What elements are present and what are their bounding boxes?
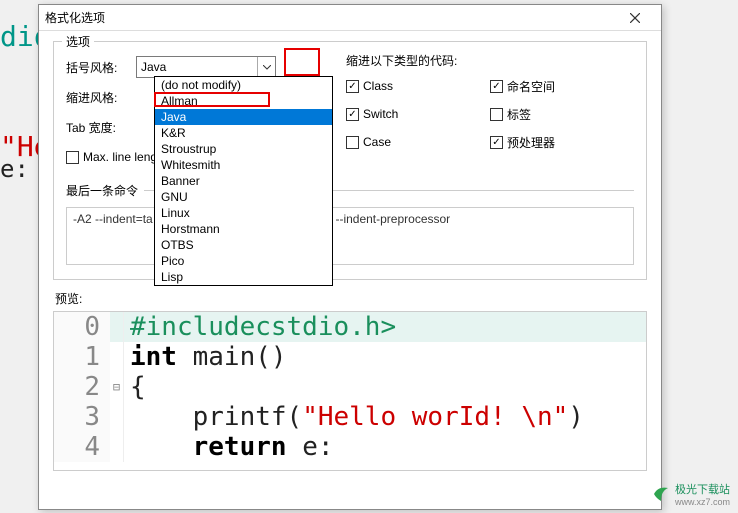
format-options-dialog: 格式化选项 选项 括号风格: Java	[38, 4, 662, 510]
dropdown-item[interactable]: Allman	[155, 93, 332, 109]
dropdown-item[interactable]: OTBS	[155, 237, 332, 253]
brace-style-dropdown[interactable]: (do not modify)AllmanJavaK&RStroustrupWh…	[154, 76, 333, 286]
brace-style-combo[interactable]: Java	[136, 56, 276, 78]
preproc-checkbox[interactable]	[490, 136, 503, 149]
chevron-down-icon[interactable]	[257, 57, 275, 77]
titlebar: 格式化选项	[39, 5, 661, 31]
dropdown-item[interactable]: Java	[155, 109, 332, 125]
dropdown-item[interactable]: Lisp	[155, 269, 332, 285]
watermark: 极光下载站 www.xz7.com	[651, 481, 730, 507]
indent-style-label: 缩进风格:	[66, 89, 136, 106]
dropdown-item[interactable]: Linux	[155, 205, 332, 221]
brace-style-value: Java	[141, 60, 166, 74]
max-line-label: Max. line leng	[83, 150, 157, 164]
switch-label: Switch	[363, 107, 398, 121]
class-label: Class	[363, 79, 393, 93]
options-groupbox: 选项 括号风格: Java 缩进风格:	[53, 41, 647, 280]
dropdown-item[interactable]: Stroustrup	[155, 141, 332, 157]
left-column: 括号风格: Java 缩进风格: Tab 宽度:	[66, 52, 326, 172]
switch-checkbox[interactable]	[346, 108, 359, 121]
watermark-logo-icon	[651, 484, 671, 504]
code-line: 2⊟{	[54, 372, 646, 402]
indent-types-label: 缩进以下类型的代码:	[346, 52, 634, 69]
dropdown-item[interactable]: Horstmann	[155, 221, 332, 237]
dropdown-item[interactable]: Banner	[155, 173, 332, 189]
right-column: 缩进以下类型的代码: Class 命名空间 Switch 标签 Case 预处理…	[326, 52, 634, 172]
watermark-name: 极光下载站	[675, 481, 730, 497]
case-checkbox[interactable]	[346, 136, 359, 149]
brace-style-label: 括号风格:	[66, 59, 136, 76]
watermark-url: www.xz7.com	[675, 497, 730, 507]
namespace-checkbox[interactable]	[490, 80, 503, 93]
preview-label: 预览:	[55, 290, 647, 307]
cmdline-box[interactable]: -A2 --indent=ta nt-switches --indent-nam…	[66, 207, 634, 265]
label-checkbox[interactable]	[490, 108, 503, 121]
code-line: 3 printf("Hello worId! \n")	[54, 402, 646, 432]
groupbox-title: 选项	[62, 33, 94, 50]
close-button[interactable]	[615, 6, 655, 30]
code-line: 1int main()	[54, 342, 646, 372]
preview-area: 0#includecstdio.h>1int main()2⊟{3 printf…	[53, 311, 647, 471]
bg-code-fragment-3: e:	[0, 155, 29, 183]
label-label: 标签	[507, 106, 531, 123]
case-label: Case	[363, 135, 391, 149]
dropdown-item[interactable]: Pico	[155, 253, 332, 269]
dropdown-item[interactable]: (do not modify)	[155, 77, 332, 93]
dropdown-item[interactable]: Whitesmith	[155, 157, 332, 173]
class-checkbox[interactable]	[346, 80, 359, 93]
code-line: 4 return e:	[54, 432, 646, 462]
dropdown-item[interactable]: K&R	[155, 125, 332, 141]
tab-width-label: Tab 宽度:	[66, 119, 136, 136]
code-line: 0#includecstdio.h>	[54, 312, 646, 342]
dialog-title: 格式化选项	[45, 9, 615, 26]
dropdown-item[interactable]: GNU	[155, 189, 332, 205]
namespace-label: 命名空间	[507, 78, 555, 95]
preproc-label: 预处理器	[507, 134, 555, 151]
last-cmd-label: 最后一条命令	[66, 182, 138, 199]
max-line-checkbox[interactable]	[66, 151, 79, 164]
